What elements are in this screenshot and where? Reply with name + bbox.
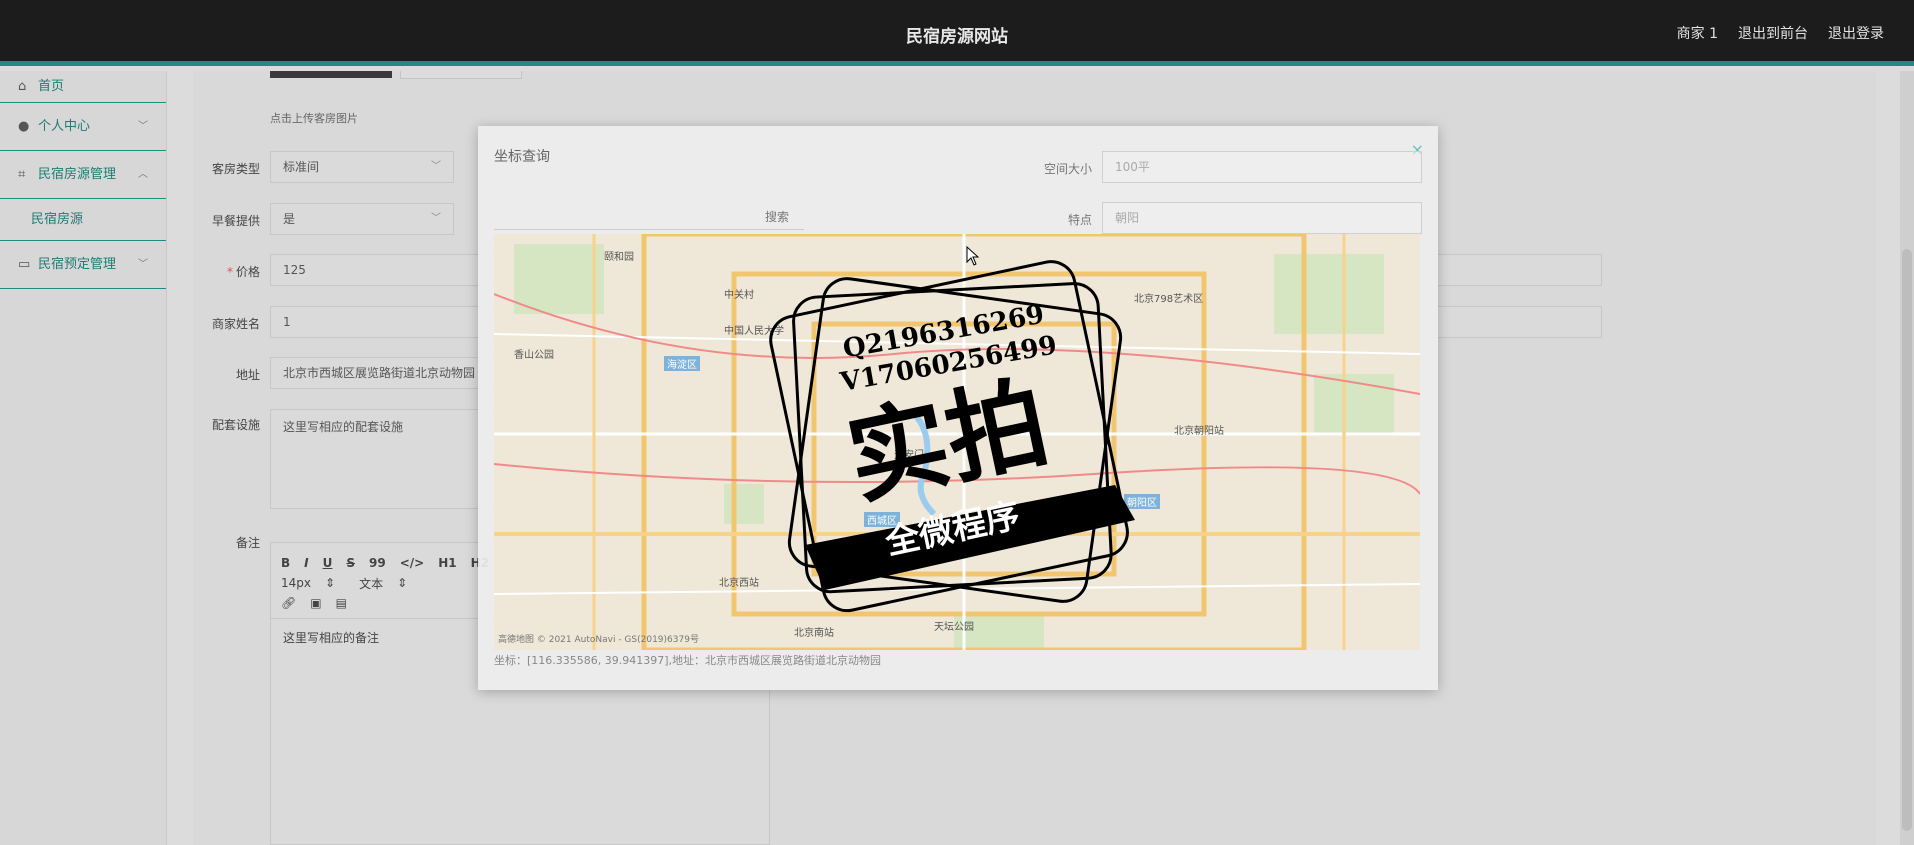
code-button[interactable]: </> [400, 556, 425, 570]
address-label: 地址 [235, 368, 260, 382]
map-label: 颐和园 [604, 252, 634, 263]
user-icon: ● [18, 119, 30, 134]
merchant-name-label: 商家姓名 [211, 317, 260, 331]
required-mark: * [226, 265, 233, 279]
sidebar-item-label: 民宿房源管理 [38, 167, 117, 182]
room-type-value: 标准间 [283, 160, 320, 174]
back-to-frontend-link[interactable]: 退出到前台 [1738, 23, 1808, 43]
map-copyright: 高德地图 © 2021 AutoNavi - GS(2019)6379号 [498, 635, 699, 645]
image-icon[interactable]: ▣ [310, 596, 321, 610]
logout-link[interactable]: 退出登录 [1828, 23, 1884, 43]
font-size-select[interactable]: 14px [281, 576, 311, 590]
top-bar: 民宿房源网站 商家 1 退出到前台 退出登录 [0, 0, 1914, 66]
map-label: 北京798艺术区 [1134, 294, 1204, 305]
map-label: 中国人民大学 [724, 326, 784, 337]
map-label: 天安门 [894, 450, 924, 461]
h1-button[interactable]: H1 [438, 556, 456, 570]
sidebar: ⌂ 首页 ● 个人中心 ﹀ ⌗ 民宿房源管理 ︿ 民宿房源 ▭ 民宿预定管理 ﹀ [0, 71, 167, 845]
upload-button[interactable] [400, 71, 522, 79]
coordinate-readout: 坐标：[116.335586, 39.941397],地址：北京市西城区展览路街… [494, 654, 882, 667]
facilities-label: 配套设施 [211, 418, 260, 432]
map-view[interactable]: 颐和园 中关村 中国人民大学 香山公园 海淀区 西城区 北京西站 天坛公园 北京… [494, 234, 1420, 650]
map-label: 北京朝阳站 [1174, 426, 1224, 437]
link-icon[interactable]: 🔗︎ [281, 596, 296, 610]
chevron-down-icon: ﹀ [431, 161, 441, 172]
search-button[interactable]: 搜索 [765, 208, 789, 225]
top-links: 商家 1 退出到前台 退出登录 [1677, 23, 1884, 43]
feature-label: 特点 [1068, 213, 1093, 227]
sidebar-item-label: 首页 [38, 79, 65, 94]
sidebar-item-label: 民宿预定管理 [38, 257, 117, 272]
chevron-updown-icon: ⇕ [397, 576, 408, 590]
sidebar-item-listing-management[interactable]: ⌗ 民宿房源管理 ︿ [0, 151, 166, 199]
map-district-label: 朝阳区 [1124, 494, 1160, 509]
space-size-label: 空间大小 [1044, 162, 1093, 176]
sidebar-item-booking-management[interactable]: ▭ 民宿预定管理 ﹀ [0, 241, 166, 289]
site-title: 民宿房源网站 [906, 27, 1008, 47]
merchant-name-value: 1 [283, 315, 291, 329]
coordinate-query-dialog: 坐标查询 × 搜索 空间大小 100平 特点 朝阳 颐和园 中关村 中国人民大学… [478, 126, 1438, 690]
sidebar-item-label: 个人中心 [38, 119, 91, 134]
price-label-text: 价格 [235, 265, 260, 279]
breakfast-value: 是 [283, 212, 296, 226]
map-label: 中关村 [724, 290, 754, 301]
map-label: 天坛公园 [934, 622, 974, 633]
breakfast-select[interactable]: 是 ﹀ [270, 203, 454, 235]
feature-input[interactable]: 朝阳 [1102, 202, 1422, 234]
chat-icon: ▭ [18, 257, 31, 272]
room-image-thumbnail[interactable] [270, 71, 392, 78]
chevron-down-icon: ﹀ [431, 213, 441, 224]
sidebar-item-personal-center[interactable]: ● 个人中心 ﹀ [0, 103, 166, 151]
home-icon: ⌂ [18, 79, 27, 94]
italic-button[interactable]: I [304, 556, 308, 570]
remarks-label: 备注 [235, 536, 260, 550]
bold-button[interactable]: B [281, 556, 290, 570]
mouse-cursor-icon [966, 246, 980, 266]
chevron-down-icon: ﹀ [138, 259, 148, 270]
map-district-label: 海淀区 [664, 356, 700, 371]
text-type-select[interactable]: 文本 [359, 575, 383, 592]
room-type-label: 客房类型 [211, 162, 260, 176]
chevron-up-icon: ︿ [138, 169, 148, 180]
chevron-down-icon: ﹀ [138, 121, 148, 132]
merchant-link[interactable]: 商家 1 [1677, 23, 1718, 43]
sidebar-item-home[interactable]: ⌂ 首页 [0, 71, 166, 103]
map-district-label: 西城区 [864, 512, 900, 527]
map-search-input[interactable] [494, 200, 804, 230]
breakfast-label: 早餐提供 [211, 214, 260, 228]
underline-button[interactable]: U [323, 556, 333, 570]
space-size-input[interactable]: 100平 [1102, 151, 1422, 183]
upload-hint: 点击上传客房图片 [270, 112, 358, 125]
map-label: 北京南站 [794, 628, 834, 639]
sidebar-item-listings[interactable]: 民宿房源 [0, 199, 166, 241]
chevron-updown-icon: ⇕ [325, 576, 336, 590]
video-icon[interactable]: ▤ [336, 596, 347, 610]
dialog-title: 坐标查询 [494, 149, 550, 165]
crop-icon: ⌗ [18, 167, 26, 182]
scrollbar-thumb[interactable] [1902, 249, 1912, 831]
scrollbar-track[interactable] [1900, 71, 1914, 845]
price-label: * 价格 [180, 263, 260, 280]
quote-button[interactable]: 99 [369, 556, 386, 570]
map-canvas [494, 234, 1420, 650]
map-label: 北京西站 [719, 578, 759, 589]
room-type-select[interactable]: 标准间 ﹀ [270, 151, 454, 183]
strike-button[interactable]: S [346, 556, 355, 570]
sidebar-item-label: 民宿房源 [31, 212, 84, 227]
map-label: 香山公园 [514, 350, 554, 361]
